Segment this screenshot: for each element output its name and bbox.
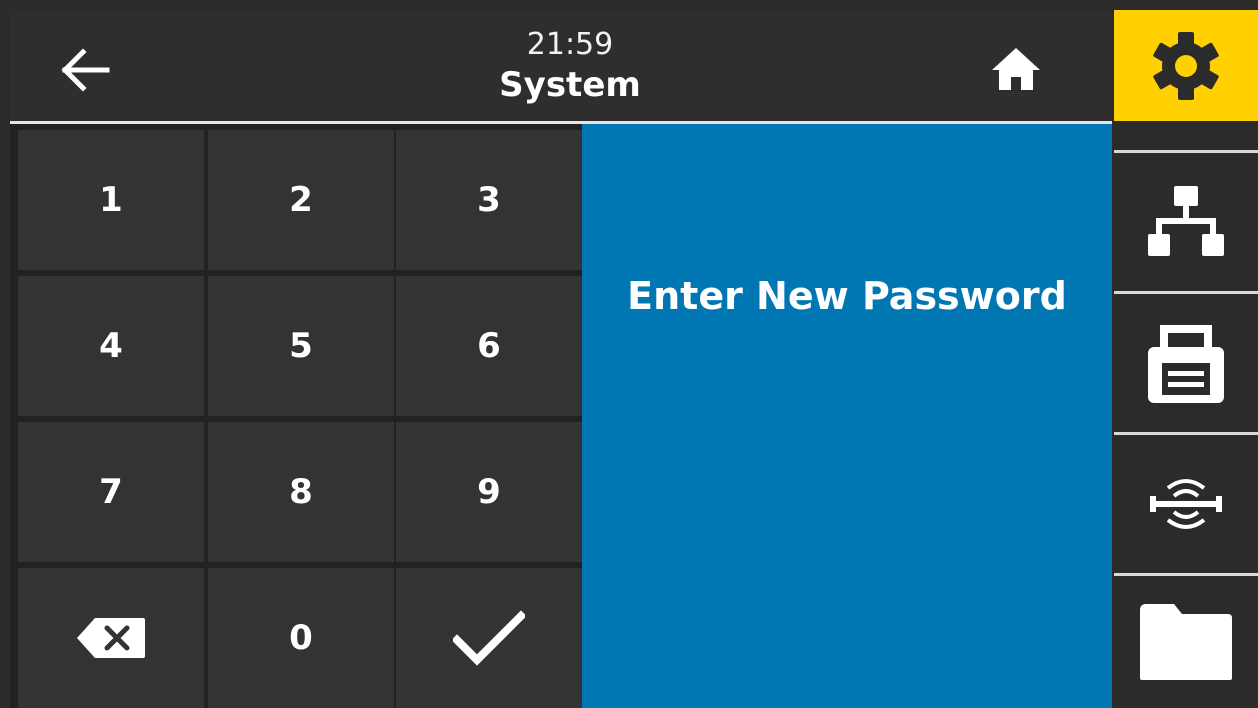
gear-icon: [1153, 31, 1219, 100]
printer-icon: [1148, 325, 1224, 403]
nav-print[interactable]: [1114, 294, 1258, 432]
key-5[interactable]: 5: [208, 276, 394, 416]
arrow-left-icon: [61, 48, 110, 92]
key-8[interactable]: 8: [208, 422, 394, 562]
backspace-button[interactable]: [18, 568, 204, 708]
prompt-text: Enter New Password: [627, 274, 1067, 318]
nav-settings[interactable]: [1114, 10, 1258, 121]
key-6[interactable]: 6: [396, 276, 582, 416]
home-button[interactable]: [976, 34, 1056, 104]
key-3[interactable]: 3: [396, 130, 582, 270]
key-9[interactable]: 9: [396, 422, 582, 562]
key-7[interactable]: 7: [18, 422, 204, 562]
password-prompt-panel: Enter New Password: [582, 124, 1112, 708]
folder-icon: [1140, 604, 1232, 680]
confirm-button[interactable]: [396, 568, 582, 708]
rfid-icon: [1150, 479, 1222, 529]
home-icon: [992, 48, 1040, 90]
network-icon: [1148, 186, 1224, 256]
screen: 21:59 System 1 2 3 4 5 6 7 8 9 0 Enter N…: [0, 0, 1258, 708]
back-button[interactable]: [40, 30, 130, 110]
key-0[interactable]: 0: [208, 568, 394, 708]
nav-rfid[interactable]: [1114, 435, 1258, 573]
backspace-icon: [77, 618, 145, 658]
page-title: System: [499, 65, 641, 105]
key-1[interactable]: 1: [18, 130, 204, 270]
key-2[interactable]: 2: [208, 130, 394, 270]
header-bar: 21:59 System: [10, 10, 1112, 121]
key-4[interactable]: 4: [18, 276, 204, 416]
nav-network[interactable]: [1114, 153, 1258, 291]
nav-storage[interactable]: [1114, 576, 1258, 708]
header-time: 21:59: [526, 27, 614, 62]
numeric-keypad: 1 2 3 4 5 6 7 8 9 0: [10, 124, 582, 708]
checkmark-icon: [453, 610, 525, 666]
